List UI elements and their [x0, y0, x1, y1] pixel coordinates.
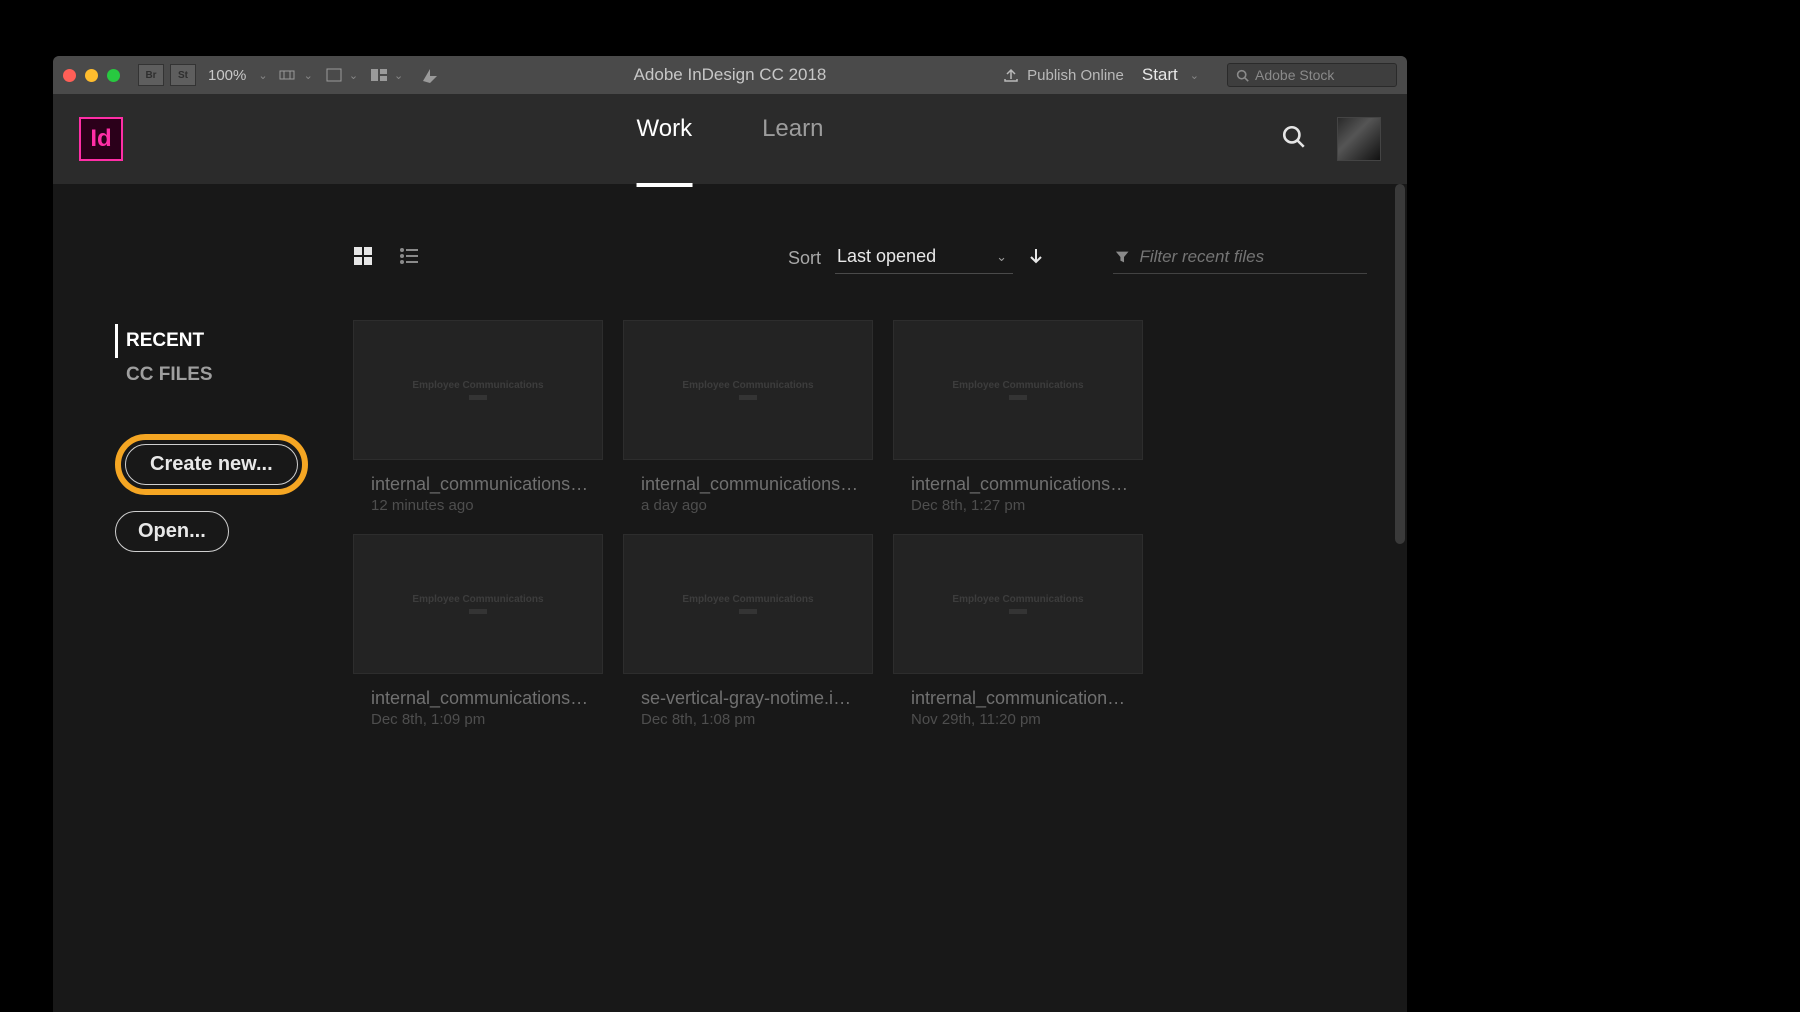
zoom-dropdown-icon[interactable]: ⌄ — [258, 69, 267, 82]
thumb-subline — [469, 395, 487, 400]
filter-input[interactable] — [1139, 247, 1365, 267]
content-toolbar: Sort Last opened ⌄ — [353, 242, 1367, 274]
start-header: Id Work Learn — [53, 94, 1407, 184]
filter-field[interactable] — [1113, 243, 1367, 274]
arrange-icon[interactable] — [368, 68, 390, 82]
workspace-drop-icon: ⌄ — [1190, 69, 1199, 82]
sidebar-item-ccfiles[interactable]: CC FILES — [115, 358, 353, 392]
file-date: Dec 8th, 1:27 pm — [911, 497, 1143, 514]
search-icon[interactable] — [1281, 124, 1307, 155]
user-avatar[interactable] — [1337, 117, 1381, 161]
chevron-down-icon: ⌄ — [996, 249, 1007, 265]
file-date: a day ago — [641, 497, 873, 514]
publish-online-button[interactable]: Publish Online — [1003, 67, 1124, 84]
mac-titlebar: Br St 100% ⌄ ⌄ ⌄ ⌄ Adobe InDesign CC 201… — [53, 56, 1407, 94]
scrollbar-thumb[interactable] — [1395, 184, 1405, 544]
tutorial-highlight-ring: Create new... — [115, 434, 308, 495]
minimize-window-dot[interactable] — [85, 69, 98, 82]
close-window-dot[interactable] — [63, 69, 76, 82]
file-name: internal_communications… — [641, 474, 861, 495]
tab-work[interactable]: Work — [637, 115, 693, 187]
sort-direction-icon[interactable] — [1027, 247, 1045, 270]
file-card[interactable]: Employee Communications se-vertical-gray-… — [623, 534, 873, 728]
indesign-logo: Id — [79, 117, 123, 161]
thumb-subline — [1009, 395, 1027, 400]
file-thumbnail: Employee Communications — [353, 534, 603, 674]
filter-icon — [1115, 249, 1129, 265]
recent-files-grid: Employee Communications internal_communic… — [353, 320, 1367, 728]
sidebar: RECENT CC FILES Create new... Open... — [53, 184, 353, 1012]
thumb-title: Employee Communications — [412, 380, 543, 391]
file-name: internal_communications… — [911, 474, 1131, 495]
file-name: internal_communications… — [371, 474, 591, 495]
adobe-stock-search[interactable]: Adobe Stock — [1227, 63, 1397, 87]
scrollbar[interactable] — [1395, 184, 1405, 744]
tab-learn[interactable]: Learn — [762, 115, 823, 163]
thumb-subline — [739, 395, 757, 400]
file-date: Dec 8th, 1:08 pm — [641, 711, 873, 728]
thumb-title: Employee Communications — [682, 594, 813, 605]
file-card[interactable]: Employee Communications internal_communic… — [353, 320, 603, 514]
file-thumbnail: Employee Communications — [893, 320, 1143, 460]
publish-online-label: Publish Online — [1027, 67, 1124, 84]
view-options-drop-icon[interactable]: ⌄ — [304, 69, 313, 82]
thumb-subline — [1009, 609, 1027, 614]
bridge-tile[interactable]: Br — [138, 64, 164, 86]
file-date: 12 minutes ago — [371, 497, 603, 514]
zoom-level[interactable]: 100% — [208, 67, 246, 84]
thumb-title: Employee Communications — [682, 380, 813, 391]
maximize-window-dot[interactable] — [107, 69, 120, 82]
gpu-perf-icon[interactable] — [419, 67, 441, 83]
sort-label: Sort — [788, 248, 821, 269]
file-name: internal_communications… — [371, 688, 591, 709]
create-new-button[interactable]: Create new... — [125, 444, 298, 485]
open-button[interactable]: Open... — [115, 511, 229, 552]
file-thumbnail: Employee Communications — [893, 534, 1143, 674]
adobe-stock-placeholder: Adobe Stock — [1255, 67, 1334, 83]
thumb-title: Employee Communications — [952, 594, 1083, 605]
sidebar-item-recent[interactable]: RECENT — [115, 324, 353, 358]
sort-select[interactable]: Last opened ⌄ — [835, 242, 1013, 274]
workspace-switcher[interactable]: Start ⌄ — [1142, 65, 1209, 85]
content-area: Sort Last opened ⌄ Employee Communicatio… — [353, 184, 1407, 1012]
arrange-drop-icon[interactable]: ⌄ — [394, 69, 403, 82]
file-date: Dec 8th, 1:09 pm — [371, 711, 603, 728]
file-date: Nov 29th, 11:20 pm — [911, 711, 1143, 728]
thumb-subline — [469, 609, 487, 614]
grid-view-icon[interactable] — [353, 246, 373, 271]
sort-value: Last opened — [837, 246, 936, 267]
frame-fit-icon[interactable] — [323, 68, 345, 82]
list-view-icon[interactable] — [399, 246, 419, 271]
file-name: se-vertical-gray-notime.indd — [641, 688, 861, 709]
file-name: intrernal_communications… — [911, 688, 1131, 709]
file-card[interactable]: Employee Communications internal_communic… — [623, 320, 873, 514]
view-options-icon[interactable] — [278, 68, 300, 82]
workspace-label: Start — [1142, 65, 1178, 85]
main-area: RECENT CC FILES Create new... Open... — [53, 184, 1407, 1012]
thumb-title: Employee Communications — [952, 380, 1083, 391]
frame-fit-drop-icon[interactable]: ⌄ — [349, 69, 358, 82]
app-window: Br St 100% ⌄ ⌄ ⌄ ⌄ Adobe InDesign CC 201… — [53, 56, 1407, 1012]
file-card[interactable]: Employee Communications internal_communic… — [353, 534, 603, 728]
file-card[interactable]: Employee Communications internal_communic… — [893, 320, 1143, 514]
file-card[interactable]: Employee Communications intrernal_communi… — [893, 534, 1143, 728]
thumb-subline — [739, 609, 757, 614]
thumb-title: Employee Communications — [412, 594, 543, 605]
stock-tile[interactable]: St — [170, 64, 196, 86]
file-thumbnail: Employee Communications — [623, 534, 873, 674]
file-thumbnail: Employee Communications — [353, 320, 603, 460]
traffic-lights — [63, 69, 120, 82]
file-thumbnail: Employee Communications — [623, 320, 873, 460]
